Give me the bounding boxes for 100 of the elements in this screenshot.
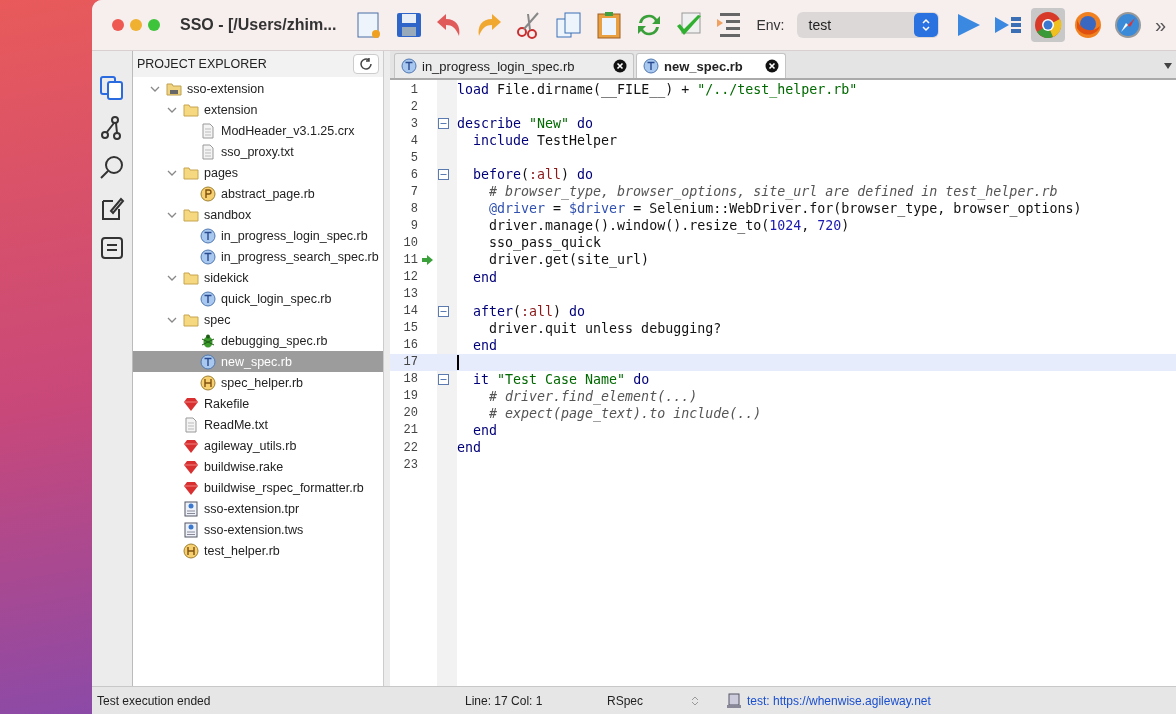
code-text: include TestHelper [472, 133, 618, 149]
code-line[interactable]: 1 load File.dirname(__FILE__) + "/../test_helper.rb" [390, 81, 1176, 99]
code-line[interactable]: 19 # driver.find_element(...) [390, 387, 1176, 405]
tree-item[interactable]: test_helper.rb [133, 540, 383, 561]
project-folder-icon [166, 80, 182, 97]
tree-item[interactable]: buildwise.rake [133, 456, 383, 477]
line-number: 16 [402, 338, 418, 353]
code-line[interactable]: 23 [390, 456, 1176, 474]
code-text: driver.get(site_url) [488, 252, 650, 268]
tree-item[interactable]: in_progress_search_spec.rb [133, 246, 383, 267]
t-badge-icon [200, 227, 216, 244]
browser-icon [1072, 10, 1103, 40]
server-link[interactable]: test: https://whenwise.agileway.net [747, 693, 931, 708]
tree-item[interactable]: debugging_spec.rb [133, 330, 383, 351]
code-line[interactable]: 14 after(:all) do [390, 302, 1176, 320]
line-number: 11 [402, 253, 418, 267]
code-line[interactable]: 15 driver.quit unless debugging? [390, 319, 1176, 337]
fold-icon[interactable] [438, 305, 449, 317]
line-number: 12 [402, 270, 418, 285]
tree-item[interactable]: sso-extension [133, 78, 383, 99]
code-line[interactable]: 11 driver.get(site_url) [390, 251, 1176, 269]
env-label: Env: [756, 17, 785, 33]
tree-item[interactable]: spec [133, 309, 383, 330]
editor-tab[interactable]: new_spec.rb [636, 53, 786, 78]
code-text: end [472, 422, 498, 438]
close-icon[interactable] [765, 59, 779, 73]
tree-item[interactable]: abstract_page.rb [133, 183, 383, 204]
tree-item[interactable]: sidekick [133, 267, 383, 288]
code-line[interactable]: 6 before(:all) do [390, 166, 1176, 184]
line-number: 3 [409, 116, 418, 131]
tree-item[interactable]: sso-extension.tws [133, 519, 383, 540]
code-line[interactable]: 16 end [390, 336, 1176, 354]
code-line[interactable]: 13 [390, 285, 1176, 303]
code-line[interactable]: 5 [390, 149, 1176, 167]
line-number: 10 [402, 235, 418, 250]
line-number: 14 [402, 304, 418, 319]
dropdown-icon[interactable] [1164, 63, 1172, 69]
code-line[interactable]: 20 # expect(page_text).to include(..) [390, 404, 1176, 422]
code-line[interactable]: 7 # browser_type, browser_options, site_url are defined in test_helper.rb [390, 183, 1176, 201]
edit-document-icon[interactable] [99, 195, 125, 221]
code-line[interactable]: 18 it "Test Case Name" do [390, 370, 1176, 388]
bug-icon [200, 332, 216, 349]
code-line[interactable]: 21 end [390, 421, 1176, 439]
code-text: after(:all) do [472, 303, 586, 319]
files-icon[interactable] [99, 75, 125, 101]
tree-item[interactable]: extension [133, 99, 383, 120]
line-number: 15 [402, 321, 418, 336]
tree-item[interactable]: quick_login_spec.rb [133, 288, 383, 309]
cursor-position: Line: 17 Col: 1 [465, 693, 544, 708]
tree-item[interactable]: Rakefile [133, 393, 383, 414]
code-text: it "Test Case Name" do [472, 371, 650, 387]
refresh-button[interactable] [353, 54, 379, 74]
line-number: 9 [409, 218, 418, 233]
fold-icon[interactable] [438, 373, 449, 385]
tree-item[interactable]: sandbox [133, 204, 383, 225]
code-line[interactable]: 9 driver.manage().window().resize_to(1024, 720) [390, 217, 1176, 235]
folder-icon [183, 311, 199, 328]
t-badge-icon [401, 58, 417, 74]
tree-item[interactable]: agileway_utils.rb [133, 435, 383, 456]
code-line[interactable]: 12 end [390, 268, 1176, 286]
tree-item[interactable]: sso_proxy.txt [133, 141, 383, 162]
server-icon [727, 692, 741, 709]
code-text: # expect(page_text).to include(..) [488, 405, 762, 421]
tree-item[interactable]: ModHeader_v3.1.25.crx [133, 120, 383, 141]
close-button[interactable] [112, 19, 124, 31]
code-line[interactable]: 4 include TestHelper [390, 132, 1176, 150]
close-icon[interactable] [613, 59, 627, 73]
tree-item[interactable]: ReadMe.txt [133, 414, 383, 435]
line-number: 20 [402, 406, 418, 421]
code-line[interactable]: 22 end [390, 439, 1176, 457]
toolbar-button[interactable] [1030, 8, 1065, 42]
notes-icon[interactable] [99, 235, 125, 261]
code-line[interactable]: 8 @driver = $driver = Selenium::WebDriver.for(browser_type, browser_options) [390, 200, 1176, 218]
fold-icon[interactable] [438, 169, 449, 181]
env-select[interactable]: test [796, 12, 939, 38]
overflow-button[interactable]: » [1154, 13, 1166, 37]
line-number: 18 [402, 372, 418, 387]
search-icon[interactable] [99, 155, 125, 181]
tree-item[interactable]: in_progress_login_spec.rb [133, 225, 383, 246]
p-badge-icon [200, 185, 216, 202]
line-number: 7 [409, 184, 418, 199]
fold-icon[interactable] [438, 118, 449, 130]
code-text: driver.manage().window().resize_to(1024, 720) [488, 218, 850, 234]
tree-item[interactable]: spec_helper.rb [133, 372, 383, 393]
editor-tab[interactable]: in_progress_login_spec.rb [394, 53, 634, 78]
code-line[interactable]: 10 sso_pass_quick [390, 234, 1176, 252]
line-number: 22 [402, 440, 418, 455]
code-text: # browser_type, browser_options, site_url are defined in test_helper.rb [488, 184, 1058, 200]
ruby-gem-icon [183, 395, 199, 412]
t-badge-icon [200, 290, 216, 307]
code-line[interactable]: 3 describe "New" do [390, 115, 1176, 133]
text-cursor [457, 354, 459, 370]
code-line[interactable]: 2 [390, 98, 1176, 116]
language-mode: RSpec [607, 693, 645, 708]
tree-item[interactable]: buildwise_rspec_formatter.rb [133, 477, 383, 498]
tree-item[interactable]: pages [133, 162, 383, 183]
folder-icon [183, 269, 199, 286]
line-number: 4 [409, 133, 418, 148]
tree-item[interactable]: sso-extension.tpr [133, 498, 383, 519]
line-number: 23 [402, 457, 418, 472]
